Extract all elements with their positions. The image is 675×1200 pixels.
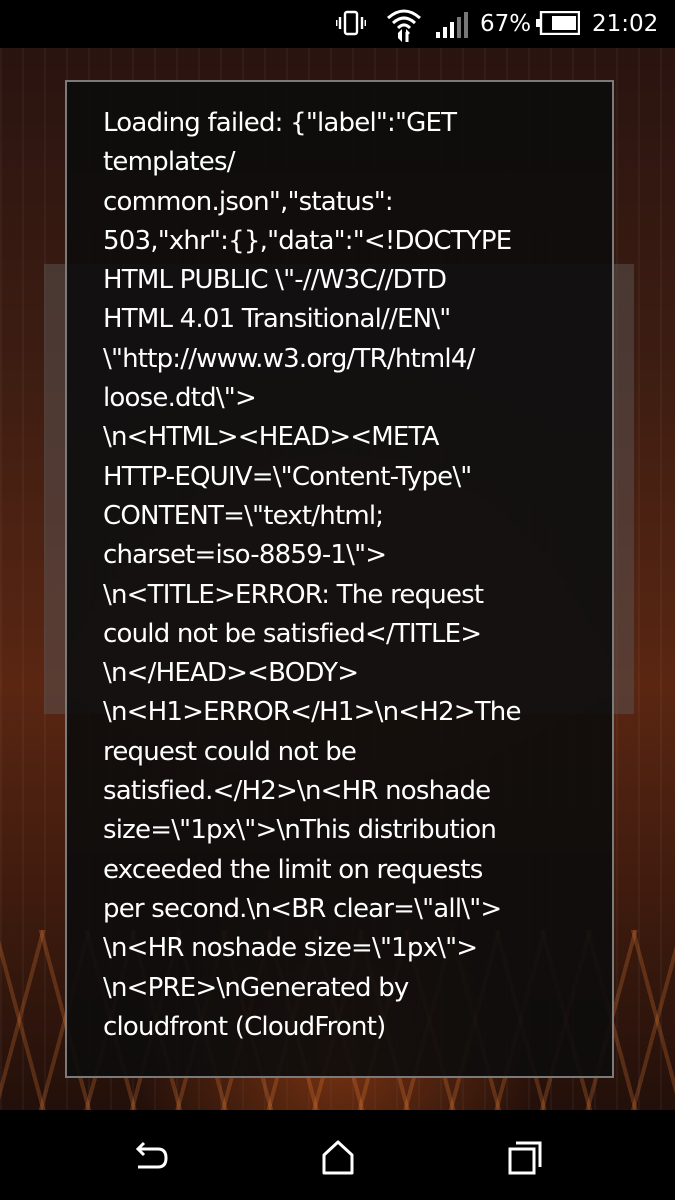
home-button[interactable]	[318, 1137, 358, 1177]
error-message-line: size=\"1px\">\nThis distribution	[103, 815, 497, 846]
error-message-line: Loading failed: {"label":"GET	[103, 108, 457, 138]
error-message-line: per second.\n<BR clear=\"all\">	[103, 893, 502, 924]
error-message-line: \"http://www.w3.org/TR/html4/	[103, 343, 475, 374]
error-message-line: common.json","status":	[103, 186, 394, 217]
error-message-line: \n<TITLE>ERROR: The request	[103, 579, 484, 610]
error-message-line: exceeded the limit on requests	[103, 854, 483, 885]
battery-percent: 67%	[480, 11, 532, 37]
error-dialog[interactable]: Loading failed: {"label":"GET templates/c…	[65, 80, 614, 1078]
status-bar: 67% 21:02	[0, 0, 675, 48]
clock: 21:02	[592, 11, 659, 37]
error-message-line: \n<H1>ERROR</H1>\n<H2>The	[103, 697, 521, 728]
error-message-line: \n<PRE>\nGenerated by	[103, 972, 409, 1003]
error-message-line: HTTP-EQUIV=\"Content-Type\"	[103, 461, 472, 492]
error-message-line: 503,"xhr":{},"data":"<!DOCTYPE	[103, 225, 512, 256]
battery-icon	[536, 10, 581, 39]
home-icon	[322, 1140, 354, 1175]
error-message-line: request could not be	[103, 736, 357, 767]
error-message: Loading failed: {"label":"GET templates/c…	[103, 104, 593, 1047]
wifi-icon	[386, 8, 422, 46]
error-message-line: HTML 4.01 Transitional//EN\"	[103, 304, 451, 335]
error-message-line: \n</HEAD><BODY>	[103, 658, 359, 689]
error-message-line: HTML PUBLIC \"-//W3C//DTD	[103, 265, 447, 296]
recents-icon	[508, 1141, 542, 1175]
error-message-line: CONTENT=\"text/html;	[103, 500, 384, 531]
error-message-line: loose.dtd\">	[103, 383, 257, 414]
error-message-line: could not be satisfied</TITLE>	[103, 618, 482, 649]
error-message-line: satisfied.</H2>\n<HR noshade	[103, 776, 491, 807]
vibrate-icon	[335, 8, 367, 42]
error-message-line: \n<HR noshade size=\"1px\">	[103, 933, 478, 964]
error-message-line: \n<HTML><HEAD><META	[103, 422, 439, 453]
back-button[interactable]	[130, 1137, 170, 1177]
navigation-bar	[0, 1110, 675, 1200]
back-icon	[135, 1141, 168, 1169]
signal-icon	[436, 12, 468, 42]
error-message-line: templates/	[103, 147, 235, 178]
error-message-line: cloudfront (CloudFront)	[103, 1011, 386, 1042]
error-message-line: charset=iso-8859-1\">	[103, 540, 387, 571]
recents-button[interactable]	[505, 1137, 545, 1177]
